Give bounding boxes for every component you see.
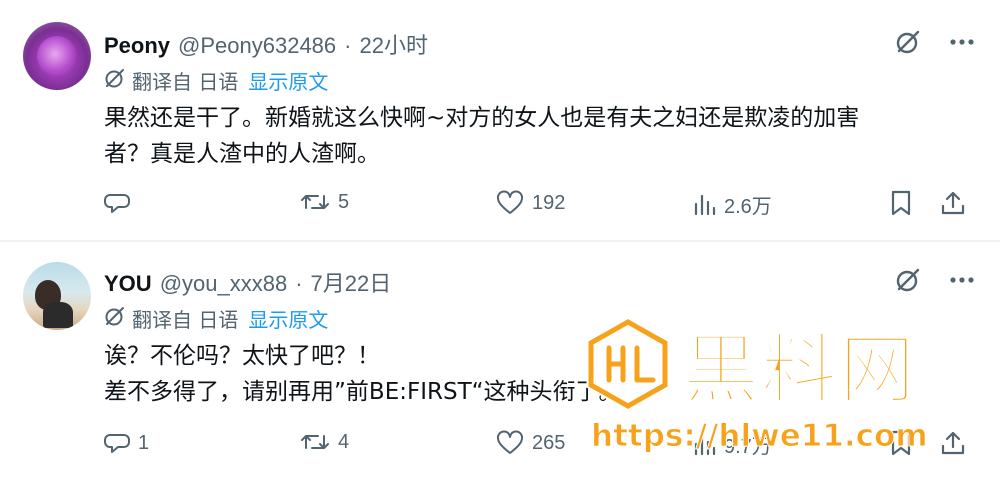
post-text: 诶？不伦吗？太快了吧？！ 差不多得了，请别再用”前BE:FIRST“这种头衔了。 xyxy=(104,338,964,410)
author-name[interactable]: Peony xyxy=(104,33,170,59)
translate-label: 翻译自 日语 xyxy=(132,308,239,332)
author-name[interactable]: YOU xyxy=(104,271,152,297)
reply-icon xyxy=(104,434,130,453)
top-actions xyxy=(894,28,976,56)
reply-count: 1 xyxy=(138,431,150,454)
post-peony[interactable]: Peony @Peony632486 · 22小时 翻译自 日语 显示原文 果然… xyxy=(0,0,1000,240)
repost-count: 4 xyxy=(338,430,350,453)
post-text-line: 诶？不伦吗？太快了吧？！ xyxy=(104,343,380,369)
post-text: 果然还是干了。新婚就这么快啊~对方的女人也是有夫之妇还是欺凌的加害 者？真是人渣… xyxy=(104,100,964,172)
translate-row: 翻译自 日语 显示原文 xyxy=(104,66,328,95)
more-icon[interactable] xyxy=(948,266,976,294)
post-time[interactable]: 22小时 xyxy=(359,28,427,60)
post-text-line: 者？真是人渣中的人渣啊。 xyxy=(104,141,380,167)
author-handle[interactable]: @you_xxx88 xyxy=(160,271,288,297)
repost-button[interactable]: 4 xyxy=(300,430,349,454)
post-header: YOU @you_xxx88 · 7月22日 xyxy=(104,266,391,297)
post-text-line: 差不多得了，请别再用”前BE:FIRST“这种头衔了。 xyxy=(104,379,622,405)
repost-icon xyxy=(301,435,329,449)
more-icon[interactable] xyxy=(948,28,976,56)
share-icon xyxy=(941,431,965,455)
bookmark-icon xyxy=(891,190,911,216)
bookmark-button[interactable] xyxy=(890,190,912,216)
repost-count: 5 xyxy=(338,190,350,213)
repost-icon xyxy=(301,195,329,209)
share-icon xyxy=(941,191,965,215)
reply-button[interactable] xyxy=(104,190,138,216)
like-button[interactable]: 265 xyxy=(496,430,565,456)
post-you[interactable]: YOU @you_xxx88 · 7月22日 翻译自 日语 显示原文 诶？不伦吗… xyxy=(0,242,1000,478)
avatar[interactable] xyxy=(23,22,91,90)
heart-icon xyxy=(497,190,523,214)
heart-icon xyxy=(497,430,523,454)
share-button[interactable] xyxy=(940,190,966,216)
share-button[interactable] xyxy=(940,430,966,456)
translate-label: 翻译自 日语 xyxy=(132,70,239,94)
translate-icon xyxy=(104,305,126,332)
action-bar: 1 4 265 9.7万 xyxy=(104,430,980,460)
translate-icon xyxy=(104,67,126,94)
post-header: Peony @Peony632486 · 22小时 xyxy=(104,28,428,59)
view-count: 9.7万 xyxy=(724,436,772,458)
views-icon xyxy=(694,434,716,455)
like-count: 265 xyxy=(532,431,566,454)
post-time[interactable]: 7月22日 xyxy=(311,266,392,298)
views-icon xyxy=(694,194,716,215)
top-actions xyxy=(894,266,976,294)
post-text-line: 果然还是干了。新婚就这么快啊~对方的女人也是有夫之妇还是欺凌的加害 xyxy=(104,105,860,131)
avatar[interactable] xyxy=(23,262,91,330)
show-original-link[interactable]: 显示原文 xyxy=(248,66,328,95)
repost-button[interactable]: 5 xyxy=(300,190,349,214)
reply-button[interactable]: 1 xyxy=(104,430,149,456)
bookmark-button[interactable] xyxy=(890,430,912,456)
bookmark-icon xyxy=(891,430,911,456)
separator-dot: · xyxy=(344,33,352,58)
action-bar: 5 192 2.6万 xyxy=(104,190,980,220)
views-button[interactable]: 2.6万 xyxy=(692,190,772,219)
grok-icon[interactable] xyxy=(894,28,922,56)
like-count: 192 xyxy=(532,191,566,214)
grok-icon[interactable] xyxy=(894,266,922,294)
view-count: 2.6万 xyxy=(724,196,772,218)
separator-dot: · xyxy=(295,271,303,296)
like-button[interactable]: 192 xyxy=(496,190,565,216)
author-handle[interactable]: @Peony632486 xyxy=(178,33,336,59)
views-button[interactable]: 9.7万 xyxy=(692,430,772,459)
reply-icon xyxy=(104,194,130,213)
show-original-link[interactable]: 显示原文 xyxy=(248,304,328,333)
translate-row: 翻译自 日语 显示原文 xyxy=(104,304,328,333)
